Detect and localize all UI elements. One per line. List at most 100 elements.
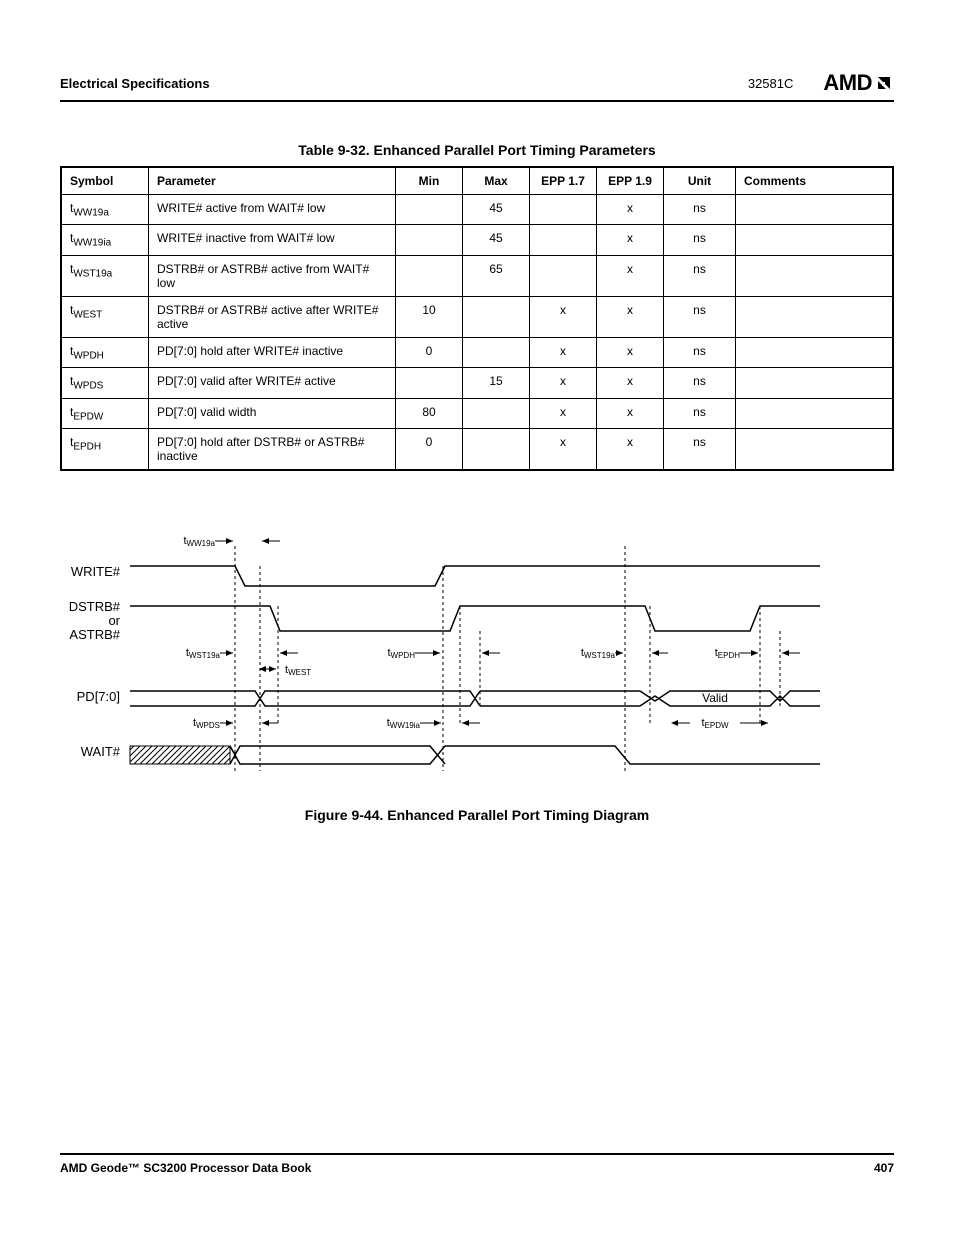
cell-max bbox=[463, 337, 530, 367]
lbl-twpdh: tWPDH bbox=[387, 647, 415, 660]
cell-max bbox=[463, 428, 530, 470]
cell-min: 0 bbox=[396, 337, 463, 367]
cell-epp19: x bbox=[597, 398, 664, 428]
sig-astrb: ASTRB# bbox=[69, 627, 120, 642]
table-row: tWW19iaWRITE# inactive from WAIT# low 45 x… bbox=[61, 225, 893, 255]
cell-max bbox=[463, 296, 530, 337]
cell-comments bbox=[736, 368, 894, 398]
cell-min bbox=[396, 255, 463, 296]
figure-caption: Figure 9-44. Enhanced Parallel Port Timi… bbox=[60, 807, 894, 823]
table-row: tEPDHPD[7:0] hold after DSTRB# or ASTRB#… bbox=[61, 428, 893, 470]
cell-symbol: tWPDS bbox=[61, 368, 149, 398]
lbl-tepdw: tEPDW bbox=[701, 717, 729, 730]
cell-comments bbox=[736, 337, 894, 367]
cell-epp19: x bbox=[597, 368, 664, 398]
footer-page-number: 407 bbox=[874, 1161, 894, 1175]
lbl-tww19a: tWW19a bbox=[183, 535, 215, 548]
lbl-tww19ia: tWW19ia bbox=[387, 717, 421, 730]
page-header: Electrical Specifications 32581C AMD bbox=[60, 70, 894, 102]
timing-diagram-svg: WRITE# DSTRB# or ASTRB# PD[7:0] WAIT# bbox=[60, 526, 820, 786]
cell-symbol: tWEST bbox=[61, 296, 149, 337]
cell-max bbox=[463, 398, 530, 428]
cell-min: 80 bbox=[396, 398, 463, 428]
cell-comments bbox=[736, 255, 894, 296]
cell-epp17: x bbox=[530, 337, 597, 367]
cell-symbol: tWW19ia bbox=[61, 225, 149, 255]
table-row: tWPDSPD[7:0] valid after WRITE# active 15… bbox=[61, 368, 893, 398]
section-title: Electrical Specifications bbox=[60, 76, 210, 91]
timing-parameters-table: Symbol Parameter Min Max EPP 1.7 EPP 1.9… bbox=[60, 166, 894, 471]
cell-parameter: PD[7:0] hold after DSTRB# or ASTRB# inac… bbox=[149, 428, 396, 470]
cell-epp19: x bbox=[597, 337, 664, 367]
cell-epp17 bbox=[530, 225, 597, 255]
cell-epp17 bbox=[530, 195, 597, 225]
cell-parameter: DSTRB# or ASTRB# active after WRITE# act… bbox=[149, 296, 396, 337]
page-footer: AMD Geode™ SC3200 Processor Data Book 40… bbox=[60, 1153, 894, 1175]
sig-dstrb: DSTRB# bbox=[69, 599, 121, 614]
amd-arrow-icon bbox=[874, 73, 894, 93]
cell-max: 45 bbox=[463, 225, 530, 255]
cell-epp17 bbox=[530, 255, 597, 296]
cell-min: 10 bbox=[396, 296, 463, 337]
cell-max: 45 bbox=[463, 195, 530, 225]
th-parameter: Parameter bbox=[149, 167, 396, 195]
table-row: tWST19aDSTRB# or ASTRB# active from WAIT… bbox=[61, 255, 893, 296]
cell-epp19: x bbox=[597, 255, 664, 296]
cell-epp19: x bbox=[597, 225, 664, 255]
cell-min bbox=[396, 225, 463, 255]
cell-unit: ns bbox=[664, 337, 736, 367]
lbl-twest: tWEST bbox=[285, 664, 311, 677]
table-header-row: Symbol Parameter Min Max EPP 1.7 EPP 1.9… bbox=[61, 167, 893, 195]
sig-wait: WAIT# bbox=[81, 744, 121, 759]
cell-epp19: x bbox=[597, 195, 664, 225]
amd-logo: AMD bbox=[823, 70, 894, 96]
cell-unit: ns bbox=[664, 225, 736, 255]
cell-symbol: tEPDW bbox=[61, 398, 149, 428]
table-row: tWW19aWRITE# active from WAIT# low 45 xns bbox=[61, 195, 893, 225]
cell-epp17: x bbox=[530, 368, 597, 398]
cell-epp19: x bbox=[597, 428, 664, 470]
cell-epp19: x bbox=[597, 296, 664, 337]
cell-unit: ns bbox=[664, 195, 736, 225]
cell-epp17: x bbox=[530, 296, 597, 337]
cell-epp17: x bbox=[530, 398, 597, 428]
table-row: tEPDWPD[7:0] valid width80xxns bbox=[61, 398, 893, 428]
doc-number: 32581C bbox=[748, 76, 794, 91]
cell-unit: ns bbox=[664, 428, 736, 470]
cell-unit: ns bbox=[664, 255, 736, 296]
cell-comments bbox=[736, 195, 894, 225]
sig-or: or bbox=[108, 613, 120, 628]
cell-epp17: x bbox=[530, 428, 597, 470]
cell-parameter: WRITE# inactive from WAIT# low bbox=[149, 225, 396, 255]
cell-symbol: tWST19a bbox=[61, 255, 149, 296]
table-row: tWPDHPD[7:0] hold after WRITE# inactive0… bbox=[61, 337, 893, 367]
cell-symbol: tWW19a bbox=[61, 195, 149, 225]
cell-parameter: DSTRB# or ASTRB# active from WAIT# low bbox=[149, 255, 396, 296]
th-min: Min bbox=[396, 167, 463, 195]
cell-parameter: PD[7:0] valid after WRITE# active bbox=[149, 368, 396, 398]
cell-comments bbox=[736, 428, 894, 470]
cell-symbol: tWPDH bbox=[61, 337, 149, 367]
table-caption: Table 9-32. Enhanced Parallel Port Timin… bbox=[60, 142, 894, 158]
cell-parameter: WRITE# active from WAIT# low bbox=[149, 195, 396, 225]
cell-parameter: PD[7:0] valid width bbox=[149, 398, 396, 428]
lbl-twpds: tWPDS bbox=[193, 717, 220, 730]
pd-valid-label: Valid bbox=[702, 691, 728, 705]
footer-book-title: AMD Geode™ SC3200 Processor Data Book bbox=[60, 1161, 311, 1175]
cell-comments bbox=[736, 398, 894, 428]
cell-min bbox=[396, 368, 463, 398]
timing-diagram: WRITE# DSTRB# or ASTRB# PD[7:0] WAIT# bbox=[60, 526, 894, 789]
lbl-tepdh: tEPDH bbox=[715, 647, 741, 660]
th-comments: Comments bbox=[736, 167, 894, 195]
table-row: tWESTDSTRB# or ASTRB# active after WRITE… bbox=[61, 296, 893, 337]
cell-comments bbox=[736, 296, 894, 337]
th-epp17: EPP 1.7 bbox=[530, 167, 597, 195]
cell-min bbox=[396, 195, 463, 225]
cell-unit: ns bbox=[664, 368, 736, 398]
cell-max: 65 bbox=[463, 255, 530, 296]
lbl-twst19a-1: tWST19a bbox=[186, 647, 221, 660]
cell-comments bbox=[736, 225, 894, 255]
cell-symbol: tEPDH bbox=[61, 428, 149, 470]
cell-max: 15 bbox=[463, 368, 530, 398]
th-max: Max bbox=[463, 167, 530, 195]
